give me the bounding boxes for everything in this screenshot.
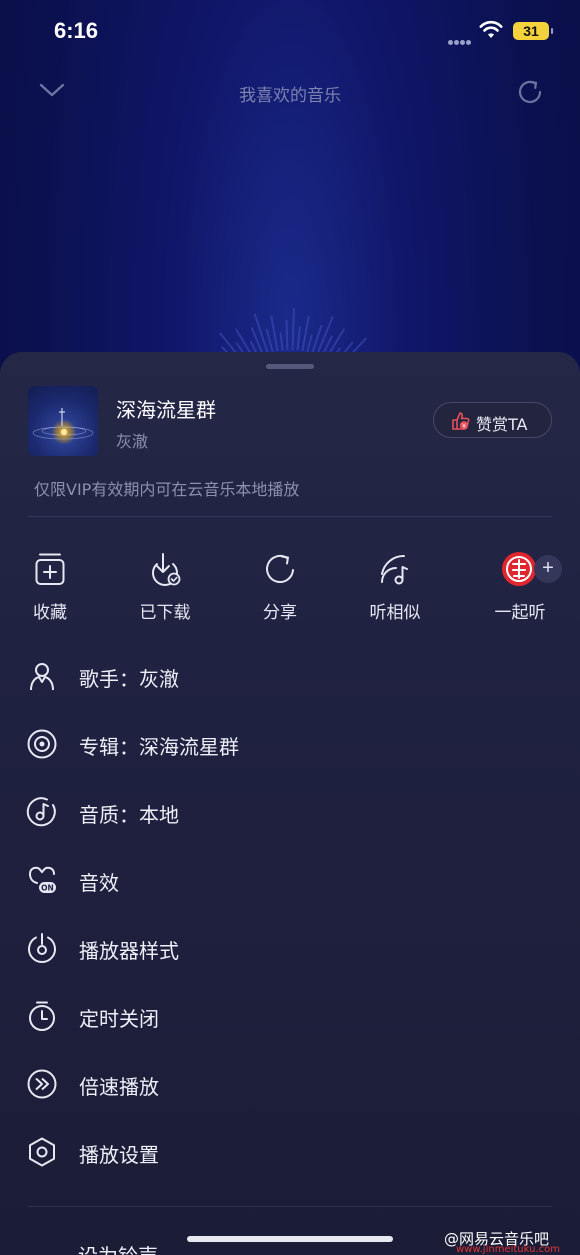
- battery-icon: 31: [513, 22, 553, 40]
- menu-item-ringtone[interactable]: 设为铃声: [30, 1244, 190, 1255]
- action-share[interactable]: 分享: [230, 552, 330, 632]
- menu-item-player-style[interactable]: 播放器样式: [0, 920, 580, 976]
- action-label: 一起听: [494, 603, 546, 623]
- menu-item-label: 播放设置: [79, 1143, 159, 1167]
- album-cover: [28, 386, 98, 456]
- top-nav: 我喜欢的音乐: [0, 70, 580, 114]
- song-title: 深海流星群: [116, 398, 216, 422]
- action-label: 收藏: [33, 603, 67, 623]
- tip-button[interactable]: ¥ 赞赏TA: [433, 402, 552, 438]
- menu-item-album[interactable]: 专辑：深海流星群: [0, 716, 580, 772]
- menu-item-label: 音质：本地: [79, 803, 179, 827]
- menu-item-label: 定时关闭: [79, 1007, 159, 1031]
- add-collection-icon: [35, 553, 65, 585]
- visualizer-ray: [296, 326, 302, 351]
- song-options-sheet: 深海流星群 灰澈 ¥ 赞赏TA 仅限VIP有效期内可在云音乐本地播放 收藏 已下…: [0, 352, 580, 1255]
- player-style-icon: [28, 933, 56, 964]
- share-icon[interactable]: [514, 76, 546, 108]
- menu-item-label: 倍速播放: [79, 1075, 159, 1099]
- menu-item-timer[interactable]: 定时关闭: [0, 988, 580, 1044]
- svg-text:¥: ¥: [462, 423, 466, 430]
- speed-icon: [27, 1069, 57, 1099]
- singer-icon: [30, 663, 54, 691]
- share-icon: [266, 555, 294, 583]
- visualizer-ray: [270, 315, 279, 352]
- menu-item-speed[interactable]: 倍速播放: [0, 1056, 580, 1112]
- thumbs-up-icon: ¥: [452, 412, 470, 430]
- sound-effect-icon: ON: [29, 866, 56, 893]
- divider: [28, 516, 552, 517]
- visualizer-ray: [301, 315, 310, 352]
- divider: [28, 1206, 552, 1207]
- visualizer-rays: [206, 308, 374, 360]
- status-time: 6:16: [54, 18, 99, 43]
- page-title: 我喜欢的音乐: [239, 86, 341, 106]
- downloaded-icon: [152, 553, 181, 586]
- menu-item-label: 播放器样式: [79, 939, 179, 963]
- timer-icon: [29, 1001, 55, 1031]
- quality-icon: [26, 797, 56, 827]
- tip-button-label: 赞赏TA: [476, 415, 528, 434]
- watermark-url: www.jinmeituku.com: [456, 1244, 560, 1255]
- visualizer-ray: [285, 320, 289, 351]
- action-downloaded[interactable]: 已下载: [115, 552, 215, 632]
- menu-item-label: 设为铃声: [30, 1244, 190, 1255]
- menu-item-label: 专辑：深海流星群: [79, 735, 239, 759]
- visualizer-ray: [306, 334, 313, 353]
- settings-icon: [29, 1137, 55, 1167]
- plus-icon: +: [534, 555, 562, 583]
- vip-note: 仅限VIP有效期内可在云音乐本地播放: [34, 480, 300, 499]
- listen-together-icon: [502, 552, 536, 586]
- sheet-handle[interactable]: [266, 364, 314, 369]
- status-bar: 6:16 31: [0, 0, 580, 64]
- action-label: 已下载: [139, 603, 191, 623]
- home-indicator[interactable]: [187, 1236, 393, 1242]
- action-listen-together[interactable]: + 一起听: [470, 552, 570, 632]
- visualizer-ray: [279, 332, 284, 351]
- visualizer-ray: [291, 308, 295, 351]
- similar-icon: [381, 554, 408, 585]
- menu-item-quality[interactable]: 音质：本地: [0, 784, 580, 840]
- wifi-icon: [479, 20, 503, 38]
- song-artist[interactable]: 灰澈: [116, 428, 148, 452]
- action-label: 分享: [263, 603, 297, 623]
- menu-item-label: 歌手：灰澈: [79, 667, 179, 691]
- svg-text:ON: ON: [41, 884, 54, 893]
- menu-item-singer[interactable]: 歌手：灰澈: [0, 648, 580, 704]
- visualizer-ray: [265, 328, 274, 353]
- action-collect[interactable]: 收藏: [0, 552, 100, 632]
- action-label: 听相似: [369, 603, 421, 623]
- menu-item-label: 音效: [79, 871, 119, 895]
- quick-actions: 收藏 已下载 分享 听相似 + 一起听: [0, 552, 580, 632]
- album-icon: [27, 729, 57, 759]
- menu-item-play-settings[interactable]: 播放设置: [0, 1124, 580, 1180]
- menu-item-sound-effect[interactable]: ON 音效: [0, 852, 580, 908]
- cellular-signal-icon: [448, 30, 474, 45]
- visualizer-ray: [253, 313, 269, 354]
- action-similar[interactable]: 听相似: [345, 552, 445, 632]
